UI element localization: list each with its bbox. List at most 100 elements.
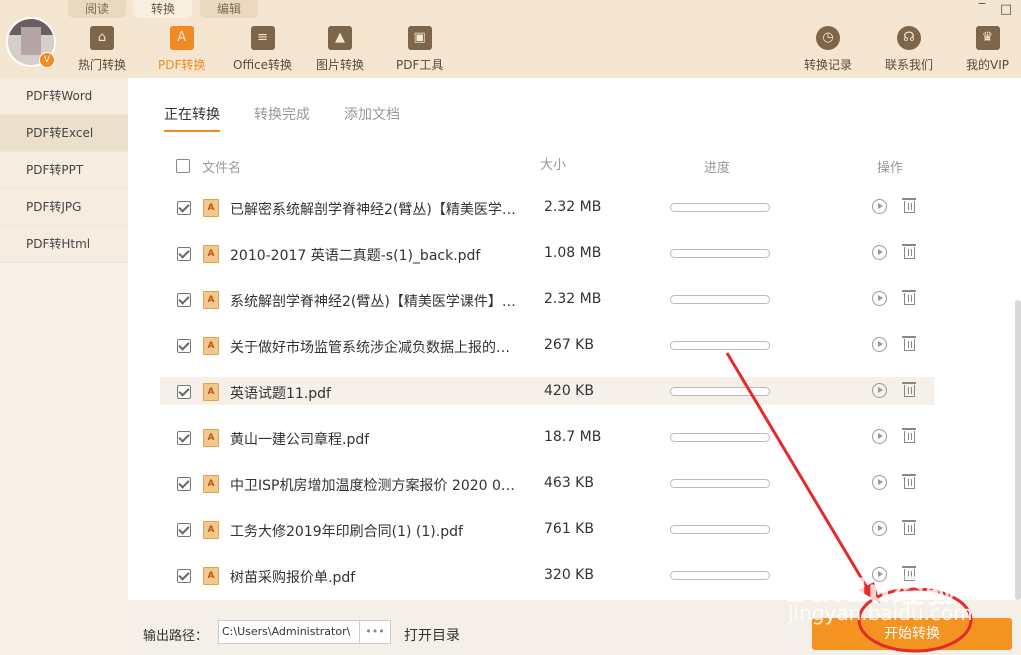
avatar-face	[21, 27, 41, 55]
tool-image-convert[interactable]: ▲ 图片转换	[316, 26, 364, 73]
file-name: 工务大修2019年印刷合同(1) (1).pdf	[230, 524, 463, 540]
row-checkbox[interactable]	[177, 523, 191, 537]
play-icon[interactable]	[872, 199, 887, 214]
tool-label: 转换记录	[804, 58, 853, 72]
tool-history[interactable]: ◷ 转换记录	[804, 26, 852, 73]
progress-bar	[670, 571, 770, 580]
progress-bar	[670, 433, 770, 442]
top-toolbar: 阅读 转换 编辑 ‾ □ V ⌂ 热门转换 A PDF转换 ≡ Office转换…	[0, 0, 1021, 78]
tool-label: PDF转换	[158, 58, 206, 72]
progress-bar	[670, 203, 770, 212]
file-name: 2010-2017 英语二真题-s(1)_back.pdf	[230, 248, 481, 264]
mode-tab-edit[interactable]: 编辑	[200, 0, 258, 18]
tool-label: 热门转换	[78, 58, 127, 72]
pdf-file-icon	[203, 567, 219, 585]
mode-tab-read[interactable]: 阅读	[68, 0, 126, 18]
play-icon[interactable]	[872, 429, 887, 444]
header-progress: 进度	[704, 161, 731, 176]
row-checkbox[interactable]	[177, 385, 191, 399]
table-row[interactable]: 已解密系统解剖学脊神经2(臂丛)【精美医学… 2.32 MB	[160, 193, 934, 221]
file-size: 320 KB	[544, 567, 594, 583]
file-name: 树苗采购报价单.pdf	[230, 570, 356, 586]
table-row[interactable]: 黄山一建公司章程.pdf 18.7 MB	[160, 423, 934, 451]
main-panel: 正在转换 转换完成 添加文档 文件名 大小 进度 操作 已解密系统解剖学脊神经2…	[128, 78, 1021, 600]
mode-tab-convert[interactable]: 转换	[134, 0, 192, 18]
file-size: 267 KB	[544, 337, 594, 353]
trash-icon[interactable]	[902, 336, 916, 351]
pdf-file-icon	[203, 383, 219, 401]
trash-icon[interactable]	[902, 428, 916, 443]
play-icon[interactable]	[872, 521, 887, 536]
row-checkbox[interactable]	[177, 201, 191, 215]
pdf-file-icon	[203, 429, 219, 447]
table-row[interactable]: 2010-2017 英语二真题-s(1)_back.pdf 1.08 MB	[160, 239, 934, 267]
progress-bar	[670, 479, 770, 488]
tab-add-document[interactable]: 添加文档	[344, 104, 400, 132]
watermark-url: jingyan.baidu.com	[788, 601, 973, 625]
headset-icon: ☊	[897, 26, 921, 50]
play-icon[interactable]	[872, 383, 887, 398]
progress-bar	[670, 387, 770, 396]
sidebar-item-pdf-word[interactable]: PDF转Word	[0, 78, 128, 115]
trash-icon[interactable]	[902, 474, 916, 489]
window-controls: ‾ □	[975, 2, 1013, 17]
play-icon[interactable]	[872, 245, 887, 260]
tool-label: 图片转换	[316, 58, 365, 72]
scrollbar[interactable]	[1015, 78, 1021, 600]
table-row[interactable]: 工务大修2019年印刷合同(1) (1).pdf 761 KB	[160, 515, 934, 543]
tool-label: Office转换	[233, 58, 293, 72]
sidebar-item-pdf-ppt[interactable]: PDF转PPT	[0, 152, 128, 189]
image-icon: ▲	[328, 26, 352, 50]
play-icon[interactable]	[872, 337, 887, 352]
tool-label: 我的VIP	[966, 58, 1009, 72]
tool-pdf-tools[interactable]: ▣ PDF工具	[396, 26, 443, 73]
tab-completed[interactable]: 转换完成	[254, 104, 310, 132]
tool-office-convert[interactable]: ≡ Office转换	[233, 26, 292, 73]
row-checkbox[interactable]	[177, 339, 191, 353]
table-row[interactable]: 英语试题11.pdf 420 KB	[160, 377, 934, 405]
open-directory-link[interactable]: 打开目录	[404, 625, 460, 645]
row-checkbox[interactable]	[177, 431, 191, 445]
tool-label: PDF工具	[396, 58, 444, 72]
tool-pdf-convert[interactable]: A PDF转换	[158, 26, 205, 73]
table-header: 文件名 大小 进度 操作	[176, 157, 936, 177]
file-name: 系统解剖学脊神经2(臂丛)【精美医学课件】…	[230, 294, 516, 310]
scrollbar-thumb[interactable]	[1015, 300, 1021, 600]
trash-icon[interactable]	[902, 520, 916, 535]
progress-bar	[670, 341, 770, 350]
pdf-file-icon	[203, 337, 219, 355]
play-icon[interactable]	[872, 475, 887, 490]
tool-vip[interactable]: ♛ 我的VIP	[966, 26, 1009, 73]
minimize-icon[interactable]: ‾	[975, 2, 989, 17]
row-checkbox[interactable]	[177, 293, 191, 307]
table-row[interactable]: 系统解剖学脊神经2(臂丛)【精美医学课件】… 2.32 MB	[160, 285, 934, 313]
select-all-checkbox[interactable]	[176, 159, 190, 173]
tool-label: 联系我们	[885, 58, 934, 72]
progress-bar	[670, 525, 770, 534]
sidebar-item-pdf-excel[interactable]: PDF转Excel	[0, 115, 128, 152]
trash-icon[interactable]	[902, 244, 916, 259]
trash-icon[interactable]	[902, 198, 916, 213]
trash-icon[interactable]	[902, 290, 916, 305]
output-path-field[interactable]: C:\Users\Administrator\	[218, 620, 361, 644]
pdf-icon: A	[169, 26, 194, 50]
trash-icon[interactable]	[902, 382, 916, 397]
browse-button[interactable]: •••	[359, 620, 391, 644]
row-checkbox[interactable]	[177, 247, 191, 261]
file-name: 英语试题11.pdf	[230, 386, 331, 402]
table-row[interactable]: 关于做好市场监管系统涉企减负数据上报的… 267 KB	[160, 331, 934, 359]
tool-contact[interactable]: ☊ 联系我们	[885, 26, 933, 73]
play-icon[interactable]	[872, 291, 887, 306]
file-size: 18.7 MB	[544, 429, 602, 445]
row-checkbox[interactable]	[177, 477, 191, 491]
sidebar-item-pdf-html[interactable]: PDF转Html	[0, 226, 128, 263]
file-name: 黄山一建公司章程.pdf	[230, 432, 370, 448]
sidebar-item-pdf-jpg[interactable]: PDF转JPG	[0, 189, 128, 226]
pdf-file-icon	[203, 475, 219, 493]
tab-converting[interactable]: 正在转换	[164, 104, 220, 132]
row-checkbox[interactable]	[177, 569, 191, 583]
toolbox-icon: ▣	[407, 26, 432, 50]
tool-hot-convert[interactable]: ⌂ 热门转换	[78, 26, 126, 73]
maximize-icon[interactable]: □	[999, 2, 1013, 17]
table-row[interactable]: 中卫ISP机房增加温度检测方案报价 2020 0… 463 KB	[160, 469, 934, 497]
